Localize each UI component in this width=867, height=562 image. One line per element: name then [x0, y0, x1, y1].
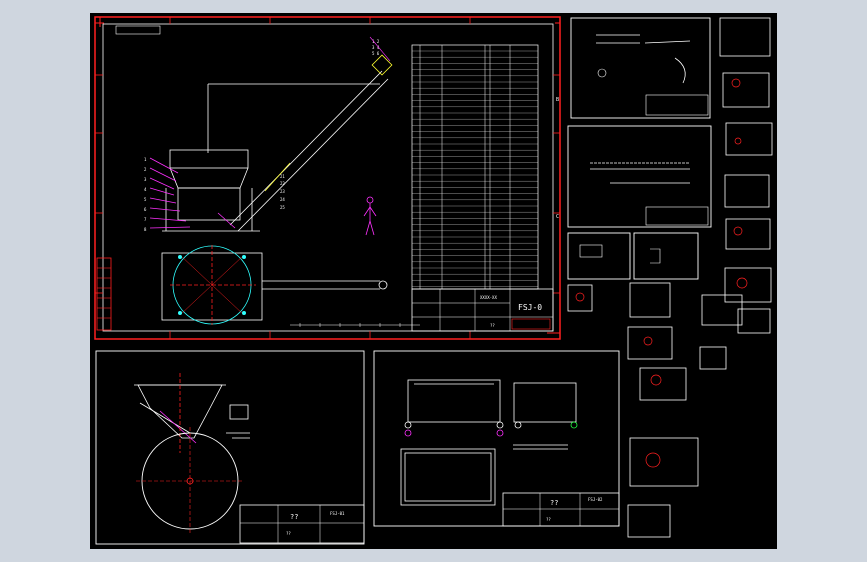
frame-note: ??: [546, 517, 551, 522]
svg-text:1: 1: [144, 157, 147, 162]
hopper-sheet-frame: [95, 350, 365, 545]
small-detail-sheets[interactable]: [567, 17, 773, 538]
hopper-note: ??: [286, 531, 291, 536]
top-code-box: [115, 25, 161, 35]
frame-sheet-frame: [373, 350, 620, 527]
svg-text:8: 8: [144, 227, 147, 232]
detail-sheet-1[interactable]: [570, 17, 711, 119]
detail-red-centers: [575, 78, 748, 468]
svg-text:3: 3: [144, 177, 147, 182]
frame-side-view: [513, 382, 578, 429]
frame-sheet[interactable]: ?? FSJ-02 ??: [373, 350, 620, 527]
zone-label-right-bottom: C: [556, 214, 559, 220]
human-scale-figure: [363, 196, 377, 236]
red-stamp-box: [511, 318, 551, 330]
svg-text:22: 22: [280, 181, 285, 186]
main-assembly-sheet[interactable]: 1 23 45 6 2122232425 12345678 XXXX-XX FS…: [94, 16, 561, 340]
hopper-code: FSJ-01: [330, 511, 345, 516]
svg-text:6: 6: [144, 207, 147, 212]
svg-text:24: 24: [280, 197, 285, 202]
zone-label-right-top: B: [556, 97, 559, 103]
frame-top-view: [400, 448, 496, 506]
frame-title-block: ?? FSJ-02 ??: [502, 492, 620, 527]
drawing-code: FSJ-0: [518, 303, 542, 312]
svg-text:5 6: 5 6: [372, 51, 380, 56]
parts-list-table[interactable]: [411, 44, 539, 290]
hopper-plan-circle: [136, 427, 244, 535]
svg-text:23: 23: [280, 189, 285, 194]
frame-front-view: [404, 379, 504, 437]
frame-title: ??: [550, 499, 558, 507]
cad-drawing-canvas[interactable]: 1 23 45 6 21 22 23 24 25 12345678 XXXX-X…: [90, 13, 777, 549]
hopper-title-block: ?? FSJ-01 ??: [239, 504, 365, 544]
svg-text:1 2: 1 2: [372, 39, 380, 44]
svg-text:21: 21: [280, 174, 285, 179]
left-stamp-block: [96, 257, 112, 331]
hopper-title: ??: [290, 513, 298, 521]
drawing-svg: 1 23 45 6 2122232425 12345678 XXXX-XX FS…: [94, 16, 773, 545]
detail-sheet-3[interactable]: [567, 232, 631, 280]
screw-conveyor-tube[interactable]: [217, 54, 393, 232]
plan-view[interactable]: [161, 245, 388, 325]
svg-text:4: 4: [144, 187, 147, 192]
hopper-sheet[interactable]: ?? FSJ-01 ??: [95, 350, 365, 545]
svg-text:7: 7: [144, 217, 147, 222]
hopper-elevation: [134, 373, 250, 453]
title-code-small: XXXX-XX: [480, 295, 497, 300]
svg-text:25: 25: [280, 205, 285, 210]
svg-text:2: 2: [144, 167, 147, 172]
main-title-block[interactable]: XXXX-XX FSJ-0 ??: [411, 288, 554, 332]
detail-sheet-2[interactable]: [567, 125, 712, 228]
frame-code: FSJ-02: [588, 497, 603, 502]
title-qty: ??: [490, 323, 495, 328]
detail-sheet-4[interactable]: [633, 232, 699, 280]
hopper-assembly[interactable]: [149, 83, 380, 232]
bottom-scale-marks: [290, 323, 420, 327]
svg-text:5: 5: [144, 197, 147, 202]
